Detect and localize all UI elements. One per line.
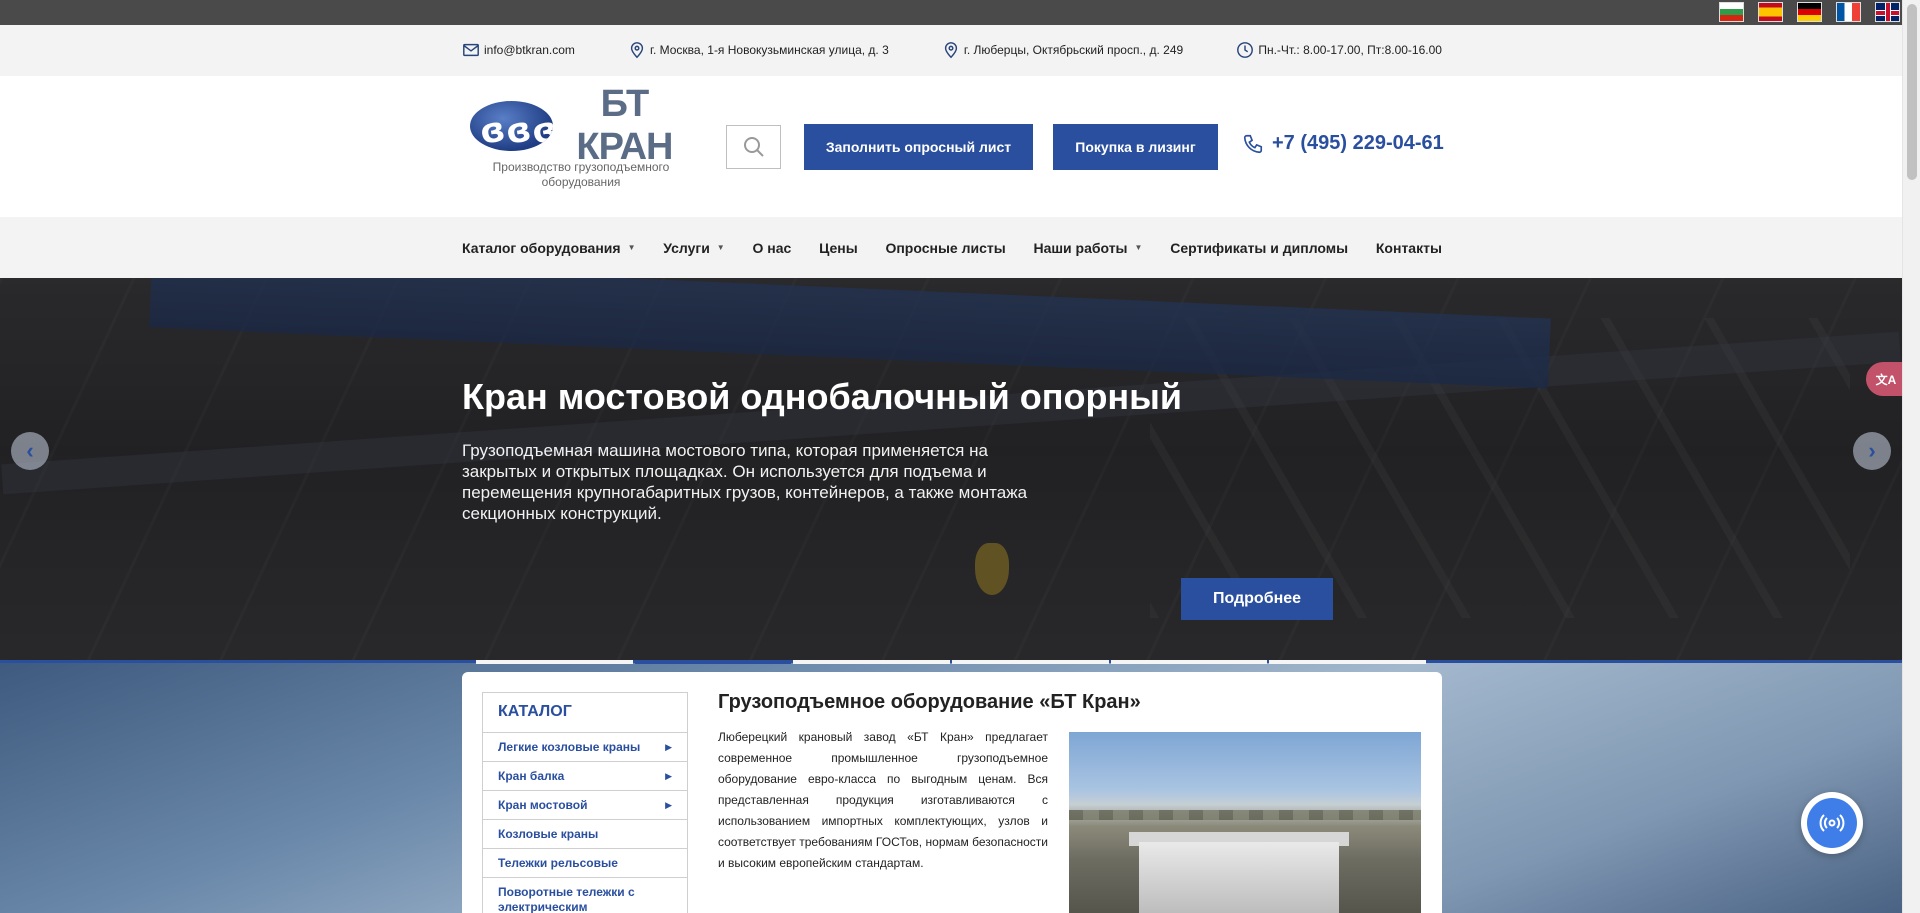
catalog-item-crane-beam[interactable]: Кран балка ▶: [483, 762, 687, 791]
callback-widget-inner: [1807, 798, 1857, 848]
nav-item-services[interactable]: Услуги ▼: [663, 240, 724, 256]
nav-item-catalog[interactable]: Каталог оборудования ▼: [462, 240, 635, 256]
main-nav: Каталог оборудования ▼ Услуги ▼ О нас Цены…: [0, 217, 1902, 278]
nav-item-label: О нас: [752, 239, 792, 256]
logo-mark: ɞɞɞ БТ КРАН: [470, 83, 692, 168]
catalog-item-label: Легкие козловые краны: [498, 740, 641, 754]
caret-down-icon: ▼: [716, 243, 725, 252]
nav-item-contacts[interactable]: Контакты: [1376, 240, 1442, 256]
clock-icon: [1237, 42, 1254, 58]
slider-dot[interactable]: [1269, 660, 1427, 664]
catalog-sidebar: КАТАЛОГ Легкие козловые краны ▶ Кран балк…: [482, 692, 688, 913]
catalog-item-label: Тележки рельсовые: [498, 856, 618, 870]
search-button[interactable]: [726, 125, 781, 169]
catalog-title: КАТАЛОГ: [483, 693, 687, 733]
france-flag-icon[interactable]: [1836, 2, 1861, 22]
content-section: КАТАЛОГ Легкие козловые краны ▶ Кран балк…: [0, 660, 1902, 913]
spain-flag-icon[interactable]: [1758, 2, 1783, 22]
bulgaria-flag-icon[interactable]: [1719, 2, 1744, 22]
nav-item-prices[interactable]: Цены: [819, 240, 858, 256]
leasing-button[interactable]: Покупка в лизинг: [1053, 124, 1218, 170]
contact-address-moscow: г. Москва, 1-я Новокузьминская улица, д.…: [628, 41, 889, 59]
uk-flag-icon[interactable]: [1875, 2, 1900, 22]
broadcast-icon: [1819, 814, 1845, 832]
catalog-item-gantry-cranes[interactable]: Козловые краны: [483, 820, 687, 849]
contact-email[interactable]: info@btkran.com: [462, 41, 575, 59]
nav-item-label: Цены: [819, 239, 858, 256]
caret-right-icon: ▶: [665, 741, 672, 752]
nav-item-label: Контакты: [1375, 239, 1442, 256]
language-bar: [0, 0, 1902, 25]
caret-right-icon: ▶: [665, 799, 672, 810]
catalog-item-label: Кран мостовой: [498, 798, 588, 812]
phone-icon: [1243, 134, 1263, 153]
slider-dot[interactable]: [793, 660, 951, 664]
nav-item-label: Сертификаты и дипломы: [1170, 239, 1349, 256]
scrollbar-thumb[interactable]: [1907, 4, 1917, 180]
content-card: КАТАЛОГ Легкие козловые краны ▶ Кран балк…: [462, 672, 1442, 913]
nav-item-label: Опросные листы: [885, 239, 1006, 256]
logo-hooks-icon: ɞɞɞ: [470, 101, 553, 151]
photo-horizon: [1069, 810, 1421, 820]
hours-text: Пн.-Чт.: 8.00-17.00, Пт:8.00-16.00: [1258, 43, 1442, 57]
slider-prev-button[interactable]: ‹: [11, 432, 49, 470]
hero-description: Грузоподъемная машина мостового типа, ко…: [462, 441, 1028, 523]
catalog-item-label: Козловые краны: [498, 827, 599, 841]
location-pin-icon: [944, 42, 958, 59]
logo-subtitle: Производство грузоподъемного оборудовани…: [492, 160, 670, 189]
slider-next-button[interactable]: ›: [1853, 432, 1891, 470]
hero-slider: Кран мостовой однобалочный опорный Грузо…: [0, 278, 1902, 660]
catalog-item-light-gantry[interactable]: Легкие козловые краны ▶: [483, 733, 687, 762]
slider-dot[interactable]: [476, 660, 633, 664]
factory-aerial-photo: [1069, 732, 1421, 913]
site-header: ɞɞɞ БТ КРАН Производство грузоподъемного…: [0, 76, 1902, 217]
location-pin-icon: [630, 42, 644, 59]
phone-link[interactable]: +7 (495) 229-04-61: [1242, 132, 1444, 155]
slider-dot-active[interactable]: [634, 660, 792, 664]
address-lyubertsy-text: г. Люберцы, Октябрьский просп., д. 249: [963, 43, 1184, 57]
nav-item-label: Наши работы: [1033, 239, 1128, 256]
phone-number: +7 (495) 229-04-61: [1272, 132, 1444, 154]
photo-building: [1139, 842, 1339, 913]
nav-item-certificates[interactable]: Сертификаты и дипломы: [1170, 240, 1348, 256]
hero-title: Кран мостовой однобалочный опорный: [462, 376, 1183, 417]
survey-form-button[interactable]: Заполнить опросный лист: [804, 124, 1033, 170]
search-icon: [743, 137, 764, 157]
contact-bar: info@btkran.com г. Москва, 1-я Новокузьм…: [0, 25, 1902, 76]
catalog-item-rail-carts[interactable]: Тележки рельсовые: [483, 849, 687, 878]
site-logo[interactable]: ɞɞɞ БТ КРАН Производство грузоподъемного…: [470, 83, 692, 190]
email-text: info@btkran.com: [484, 43, 575, 57]
nav-item-surveys[interactable]: Опросные листы: [885, 240, 1005, 256]
main-heading: Грузоподъемное оборудование «БТ Кран»: [718, 691, 1141, 713]
nav-item-works[interactable]: Наши работы ▼: [1033, 240, 1142, 256]
mail-icon: [463, 43, 479, 57]
address-moscow-text: г. Москва, 1-я Новокузьминская улица, д.…: [650, 43, 889, 57]
page-scrollbar[interactable]: [1902, 0, 1920, 913]
hero-more-button[interactable]: Подробнее: [1181, 578, 1333, 620]
nav-item-label: Услуги: [663, 239, 710, 256]
logo-text: БТ КРАН: [576, 83, 673, 168]
catalog-item-bridge-crane[interactable]: Кран мостовой ▶: [483, 791, 687, 820]
main-paragraph: Люберецкий крановый завод «БТ Кран» пред…: [718, 730, 1048, 870]
language-flags: [1719, 2, 1900, 22]
catalog-item-label: Кран балка: [498, 769, 565, 783]
caret-right-icon: ▶: [665, 770, 672, 781]
translate-widget[interactable]: 文A: [1866, 362, 1906, 396]
chevron-left-icon: ‹: [26, 438, 34, 463]
germany-flag-icon[interactable]: [1797, 2, 1822, 22]
contact-address-lyubertsy: г. Люберцы, Октябрьский просп., д. 249: [942, 41, 1183, 59]
slider-pagination: [476, 660, 1427, 664]
slider-dot[interactable]: [952, 660, 1109, 664]
catalog-item-turntable-carts[interactable]: Поворотные тележки с электрическим перед…: [483, 878, 687, 913]
caret-down-icon: ▼: [627, 243, 636, 252]
callback-widget-button[interactable]: [1801, 792, 1863, 854]
chevron-right-icon: ›: [1868, 438, 1876, 463]
translate-icon: 文A: [1875, 372, 1897, 387]
nav-item-label: Каталог оборудования: [462, 239, 621, 256]
caret-down-icon: ▼: [1134, 243, 1143, 252]
contact-hours: Пн.-Чт.: 8.00-17.00, Пт:8.00-16.00: [1236, 41, 1442, 59]
catalog-item-label: Поворотные тележки с электрическим перед…: [498, 885, 635, 913]
nav-item-about[interactable]: О нас: [752, 240, 791, 256]
slider-dot[interactable]: [1110, 660, 1268, 664]
